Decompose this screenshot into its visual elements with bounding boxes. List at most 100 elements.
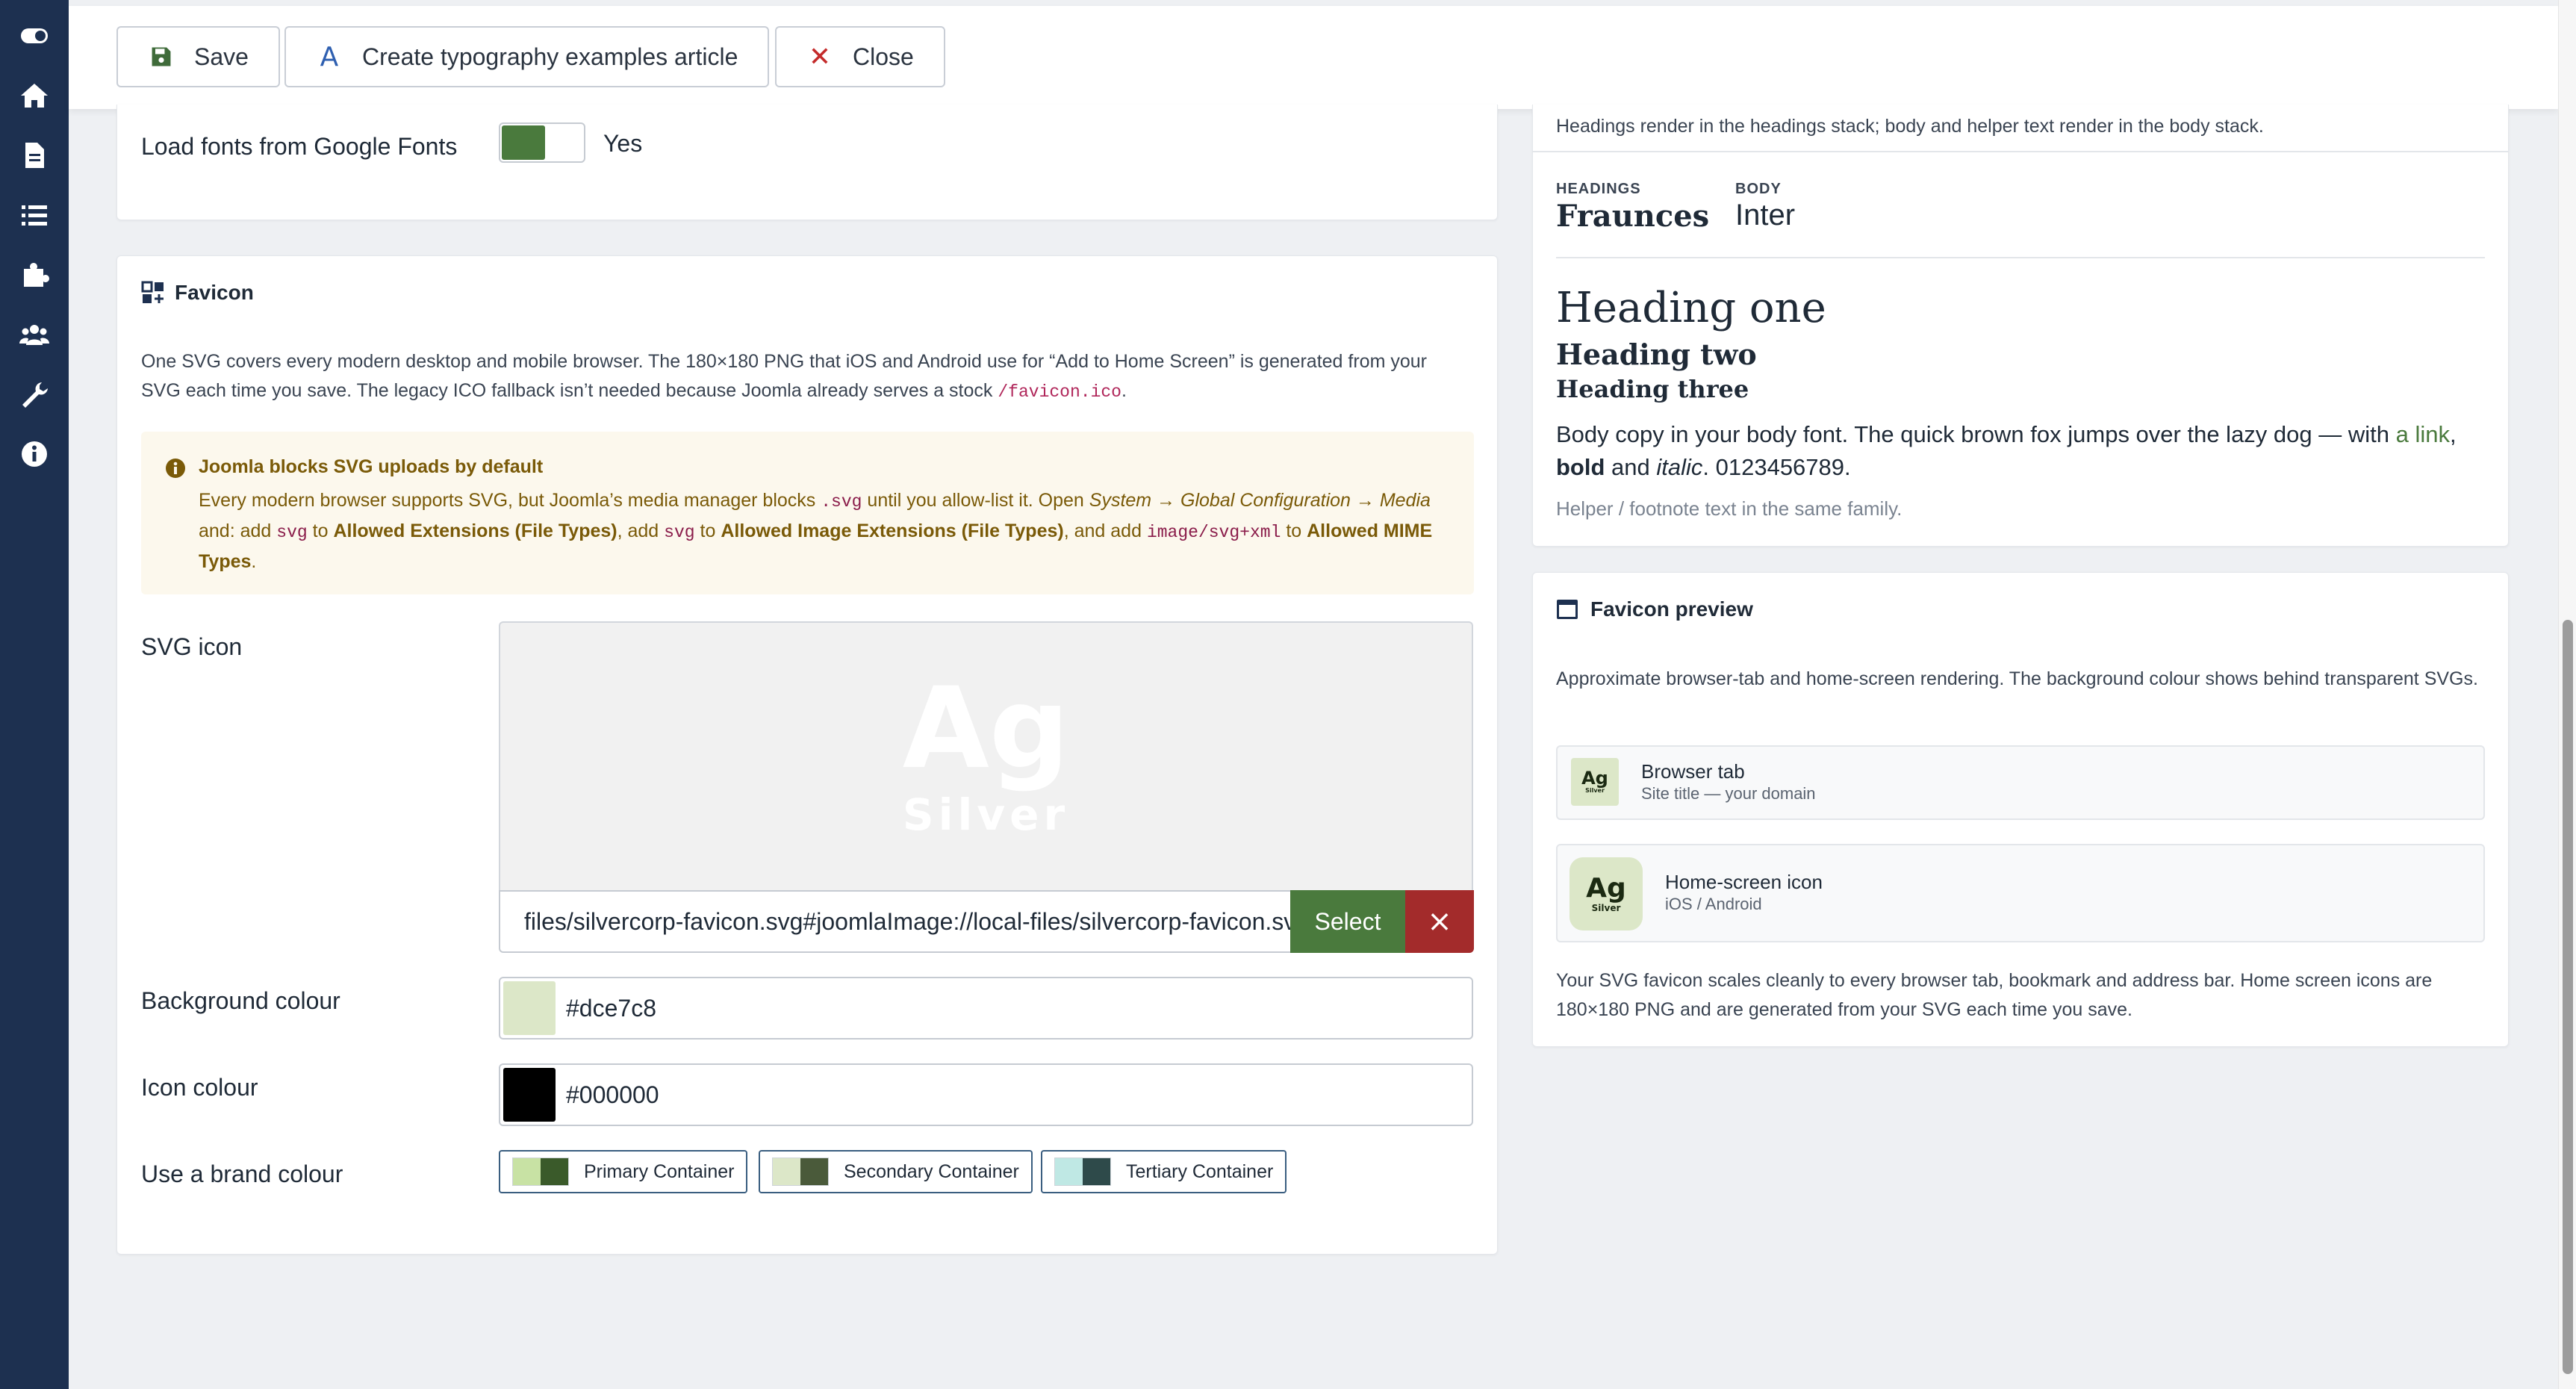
home-screen-sub: iOS / Android xyxy=(1665,895,1762,913)
body-copy-sep: , xyxy=(2450,421,2457,447)
notice-title: Joomla blocks SVG uploads by default xyxy=(199,456,544,477)
notice-t6: to xyxy=(694,521,721,541)
svg-path-value: files/silvercorp-favicon.svg#joomlaImage… xyxy=(524,907,1292,935)
body-copy-italic: italic xyxy=(1656,454,1703,480)
save-label: Save xyxy=(194,43,249,70)
home-screen-favicon: Ag Silver xyxy=(1569,857,1643,930)
favicon-desc-end: . xyxy=(1121,380,1127,401)
save-button[interactable]: Save xyxy=(116,26,280,87)
icon-colour-input[interactable]: #000000 xyxy=(499,1063,1473,1126)
fonts-card xyxy=(116,105,1498,220)
favicon-title: Favicon xyxy=(175,281,254,304)
home-icon[interactable] xyxy=(12,73,57,118)
primary-chip-label: Primary Container xyxy=(584,1160,735,1182)
favicon-preview-desc: Approximate browser-tab and home-screen … xyxy=(1556,668,2478,689)
notice-code-svg1: svg xyxy=(276,523,308,542)
typography-preview-note: Headings render in the headings stack; b… xyxy=(1556,116,2264,137)
primary-swatch xyxy=(512,1158,569,1186)
svg-path-input[interactable]: files/silvercorp-favicon.svg#joomlaImage… xyxy=(499,890,1292,953)
favicon-desc-line1: One SVG covers every modern desktop and … xyxy=(141,351,1427,372)
close-label: Close xyxy=(853,43,914,70)
clear-button[interactable]: × xyxy=(1405,890,1474,953)
google-fonts-toggle[interactable] xyxy=(499,122,585,163)
icon-colour-swatch[interactable] xyxy=(503,1068,556,1122)
headings-caption: HEADINGS xyxy=(1556,181,1641,197)
brand-chip-primary[interactable]: Primary Container xyxy=(499,1150,748,1193)
bg-colour-label: Background colour xyxy=(141,987,340,1014)
content-icon[interactable] xyxy=(12,133,57,178)
browser-tab-title: Browser tab xyxy=(1641,760,1745,783)
notice-code-svg-ext: .svg xyxy=(821,492,862,512)
favicon-ico-code: /favicon.ico xyxy=(998,382,1121,402)
google-fonts-label: Load fonts from Google Fonts xyxy=(141,133,458,160)
favicon-preview-footer: Your SVG favicon scales cleanly to every… xyxy=(1556,970,2433,1020)
extensions-icon[interactable] xyxy=(12,252,57,297)
brand-chip-tertiary[interactable]: Tertiary Container xyxy=(1041,1150,1287,1193)
notice-types: Types xyxy=(199,551,252,572)
heading-one-sample: Heading one xyxy=(1556,284,1826,332)
secondary-swatch xyxy=(772,1158,829,1186)
favicon-description: One SVG covers every modern desktop and … xyxy=(141,347,1478,407)
secondary-chip-label: Secondary Container xyxy=(844,1160,1019,1182)
users-icon[interactable] xyxy=(12,312,57,357)
notice-t8: to xyxy=(1281,521,1307,541)
bg-colour-swatch[interactable] xyxy=(503,981,556,1035)
heading-two-sample: Heading two xyxy=(1556,338,1757,371)
home-screen-title: Home-screen icon xyxy=(1665,871,1823,893)
notice-t9: . xyxy=(251,551,257,572)
body-copy-text: Body copy in your body font. The quick b… xyxy=(1556,421,2396,447)
scrollbar-thumb[interactable] xyxy=(2563,620,2573,1374)
favicon-section-icon xyxy=(141,281,165,305)
notice-code-svg2: svg xyxy=(664,523,695,542)
icon-colour-label: Icon colour xyxy=(141,1074,258,1101)
favicon-preview-title: Favicon preview xyxy=(1590,597,1753,621)
page-scrollbar[interactable] xyxy=(2558,0,2576,1389)
notice-t3: and: add xyxy=(199,521,277,541)
toolbar: Save A Create typography examples articl… xyxy=(69,6,2558,109)
browser-tab-sub: Site title — your domain xyxy=(1641,784,1816,803)
helper-text-sample: Helper / footnote text in the same famil… xyxy=(1556,497,1903,520)
notice-t1: Every modern browser supports SVG, but J… xyxy=(199,490,821,511)
body-copy-bold: bold xyxy=(1556,454,1605,480)
sidebar xyxy=(0,0,69,1389)
bg-colour-value: #dce7c8 xyxy=(566,994,656,1022)
home-tile-silver: Silver xyxy=(1591,903,1621,913)
notice-text: Every modern browser supports SVG, but J… xyxy=(199,486,1460,577)
notice-code-mime: image/svg+xml xyxy=(1146,523,1281,542)
home-tile-ag: Ag xyxy=(1586,873,1626,904)
toggle-menu-icon[interactable] xyxy=(12,13,57,58)
info-icon[interactable] xyxy=(12,432,57,476)
browser-tab-favicon: Ag Silver xyxy=(1571,758,1619,806)
body-copy-sample: Body copy in your body font. The quick b… xyxy=(1556,418,2460,484)
notice-info-icon xyxy=(164,457,187,479)
svg-preview-silver: Silver xyxy=(902,789,1070,840)
select-button[interactable]: Select xyxy=(1290,890,1405,953)
body-caption: BODY xyxy=(1735,181,1782,197)
heading-three-sample: Heading three xyxy=(1556,375,1749,403)
close-button[interactable]: ✕ Close xyxy=(775,26,945,87)
notice-allowed-ext: Allowed Extensions (File Types) xyxy=(333,521,617,541)
svg-preview-ag: Ag xyxy=(902,664,1070,794)
notice-config-path: System → Global Configuration → Media xyxy=(1089,490,1431,511)
body-copy-and: and xyxy=(1605,454,1657,480)
notice-allowed-img-ext: Allowed Image Extensions (File Types) xyxy=(721,521,1064,541)
favicon-desc-line2: SVG each time you save. The legacy ICO f… xyxy=(141,380,998,401)
body-copy-end: . 0123456789. xyxy=(1702,454,1851,480)
body-copy-link[interactable]: a link xyxy=(2396,421,2450,447)
create-article-button[interactable]: A Create typography examples article xyxy=(284,26,770,87)
system-wrench-icon[interactable] xyxy=(12,372,57,417)
body-font-name: Inter xyxy=(1735,199,1796,232)
headings-font-name: Fraunces xyxy=(1556,199,1710,234)
svg-icon-label: SVG icon xyxy=(141,633,243,660)
notice-t7: , and add xyxy=(1063,521,1147,541)
menus-icon[interactable] xyxy=(12,193,57,237)
brand-colour-label: Use a brand colour xyxy=(141,1160,343,1187)
bg-colour-input[interactable]: #dce7c8 xyxy=(499,977,1473,1040)
svg-preview-area: Ag Silver xyxy=(499,621,1473,890)
notice-body: Joomla blocks SVG uploads by default Eve… xyxy=(199,453,1460,577)
notice-allowed-mime: Allowed MIME xyxy=(1307,521,1433,541)
preview-divider-2 xyxy=(1556,257,2485,258)
google-fonts-value: Yes xyxy=(603,130,643,157)
brand-chip-secondary[interactable]: Secondary Container xyxy=(759,1150,1033,1193)
notice-t2: until you allow-list it. Open xyxy=(862,490,1089,511)
